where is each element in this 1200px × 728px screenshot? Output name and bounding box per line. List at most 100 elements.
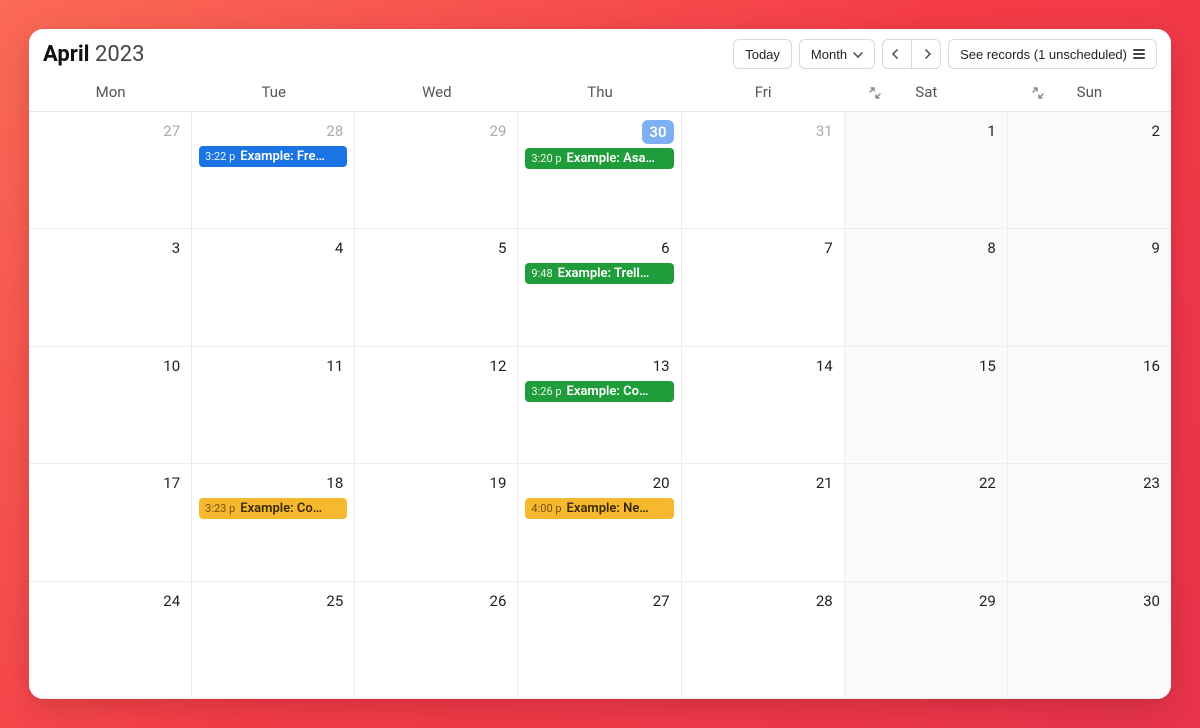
today-button[interactable]: Today	[733, 39, 792, 69]
day-number: 31	[812, 120, 837, 142]
calendar-event[interactable]: 3:22 p Example: Fre…	[199, 146, 347, 167]
collapse-icon[interactable]	[1032, 85, 1044, 97]
day-number: 16	[1139, 355, 1164, 377]
day-number: 13	[649, 355, 674, 377]
chevron-left-icon	[892, 49, 902, 59]
day-number: 23	[1139, 472, 1164, 494]
weekday-mon: Mon	[29, 83, 192, 101]
day-number: 24	[159, 590, 184, 612]
records-button[interactable]: See records (1 unscheduled)	[948, 39, 1157, 69]
day-number: 10	[159, 355, 184, 377]
event-time: 3:23 p	[205, 502, 235, 515]
list-icon	[1133, 49, 1145, 59]
weekday-label: Thu	[587, 83, 612, 101]
calendar-event[interactable]: 9:48 Example: Trell…	[525, 263, 673, 284]
event-time: 3:22 p	[205, 150, 235, 163]
day-cell[interactable]: 2	[1008, 112, 1171, 229]
event-time: 3:26 p	[531, 385, 561, 398]
view-label: Month	[811, 47, 847, 62]
day-cell[interactable]: 13 3:26 pExample: Co…	[518, 347, 681, 464]
event-time: 9:48	[531, 267, 552, 280]
calendar-event[interactable]: 3:23 pExample: Co…	[199, 498, 347, 519]
day-cell[interactable]: 16	[1008, 347, 1171, 464]
day-number: 21	[812, 472, 837, 494]
day-cell[interactable]: 31	[682, 112, 845, 229]
day-number: 9	[1148, 237, 1164, 259]
day-cell[interactable]: 22	[845, 464, 1008, 581]
day-number: 25	[322, 590, 347, 612]
day-cell[interactable]: 29	[845, 582, 1008, 699]
event-label: Example: Trell…	[558, 266, 650, 281]
day-cell[interactable]: 15	[845, 347, 1008, 464]
collapse-icon[interactable]	[869, 85, 881, 97]
day-cell[interactable]: 11	[192, 347, 355, 464]
day-number: 15	[975, 355, 1000, 377]
day-cell[interactable]: 26	[355, 582, 518, 699]
weekday-label: Mon	[96, 83, 126, 101]
today-label: Today	[745, 47, 780, 62]
day-number: 30	[1139, 590, 1164, 612]
day-cell[interactable]: 30	[1008, 582, 1171, 699]
day-cell[interactable]: 7	[682, 229, 845, 346]
day-number: 26	[486, 590, 511, 612]
day-number: 27	[159, 120, 184, 142]
day-cell[interactable]: 6 9:48 Example: Trell…	[518, 229, 681, 346]
weekday-wed: Wed	[355, 83, 518, 101]
day-cell[interactable]: 24	[29, 582, 192, 699]
records-label: See records (1 unscheduled)	[960, 47, 1127, 62]
next-button[interactable]	[911, 39, 941, 69]
day-cell[interactable]: 9	[1008, 229, 1171, 346]
weekday-tue: Tue	[192, 83, 355, 101]
day-cell[interactable]: 19	[355, 464, 518, 581]
day-cell[interactable]: 10	[29, 347, 192, 464]
day-cell[interactable]: 30 3:20 pExample: Asa…	[518, 112, 681, 229]
day-cell[interactable]: 5	[355, 229, 518, 346]
day-number: 29	[975, 590, 1000, 612]
day-cell[interactable]: 28	[682, 582, 845, 699]
day-cell[interactable]: 4	[192, 229, 355, 346]
day-cell[interactable]: 21	[682, 464, 845, 581]
header-controls: Today Month See records (1 unscheduled)	[733, 39, 1157, 69]
day-cell[interactable]: 20 4:00 pExample: Ne…	[518, 464, 681, 581]
calendar-title: April 2023	[43, 42, 144, 67]
day-number: 11	[322, 355, 347, 377]
day-cell[interactable]: 12	[355, 347, 518, 464]
day-cell[interactable]: 8	[845, 229, 1008, 346]
day-cell[interactable]: 27	[518, 582, 681, 699]
event-label: Example: Ne…	[567, 501, 649, 516]
weekday-label: Sun	[1077, 83, 1102, 101]
day-cell[interactable]: 183:23 pExample: Co…	[192, 464, 355, 581]
day-number: 27	[649, 590, 674, 612]
prev-button[interactable]	[882, 39, 912, 69]
event-label: Example: Asa…	[567, 151, 655, 166]
day-number: 19	[486, 472, 511, 494]
weekday-label: Fri	[755, 83, 772, 101]
calendar-card: April 2023 Today Month See records (1 un…	[29, 29, 1171, 699]
weekday-sun: Sun	[1008, 83, 1171, 101]
weekday-sat: Sat	[845, 83, 1008, 101]
view-select[interactable]: Month	[799, 39, 875, 69]
day-number: 6	[657, 237, 673, 259]
calendar-event[interactable]: 3:20 pExample: Asa…	[525, 148, 673, 169]
day-cell[interactable]: 283:22 pExample: Fre…	[192, 112, 355, 229]
day-cell[interactable]: 27	[29, 112, 192, 229]
day-number: 3	[168, 237, 184, 259]
day-cell[interactable]: 25	[192, 582, 355, 699]
day-cell[interactable]: 1	[845, 112, 1008, 229]
nav-group	[882, 39, 941, 69]
calendar-event[interactable]: 4:00 pExample: Ne…	[525, 498, 673, 519]
day-number: 30	[642, 120, 673, 144]
calendar-event[interactable]: 3:26 pExample: Co…	[525, 381, 673, 402]
weekday-row: Mon Tue Wed Thu Fri Sat Sun	[29, 77, 1171, 112]
day-cell[interactable]: 17	[29, 464, 192, 581]
weekday-fri: Fri	[682, 83, 845, 101]
day-cell[interactable]: 14	[682, 347, 845, 464]
weekday-label: Sat	[915, 83, 937, 101]
event-label: Example: Fre…	[240, 149, 325, 164]
day-number: 20	[649, 472, 674, 494]
day-cell[interactable]: 29	[355, 112, 518, 229]
day-cell[interactable]: 23	[1008, 464, 1171, 581]
day-cell[interactable]: 3	[29, 229, 192, 346]
day-number: 5	[494, 237, 510, 259]
day-number: 14	[812, 355, 837, 377]
